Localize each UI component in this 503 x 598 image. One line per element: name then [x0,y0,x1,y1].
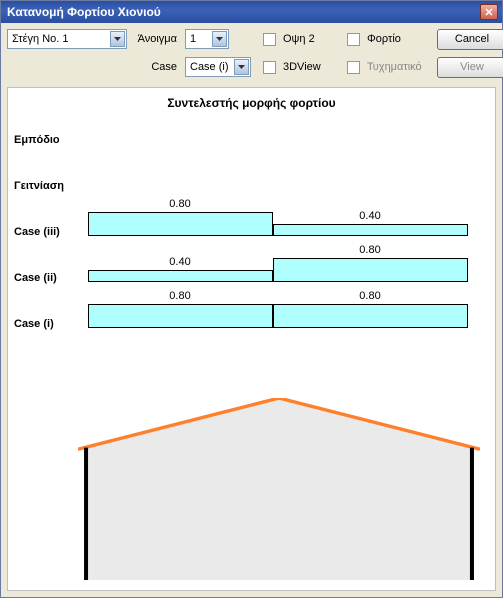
roof-select-value: Στέγη Νο. 1 [12,33,69,45]
roof-select[interactable]: Στέγη Νο. 1 [7,29,127,49]
chevron-down-icon [110,31,125,47]
fortio-checkbox[interactable]: Φορτίο [343,30,433,49]
close-button[interactable]: ✕ [480,4,498,20]
cancel-label: Cancel [455,33,489,45]
chart-title: Συντελεστής μορφής φορτίου [8,96,495,110]
chevron-down-icon [212,31,227,47]
chevron-down-icon [234,59,249,75]
tychimatiko-checkbox[interactable]: Τυχηματικό [343,58,433,77]
bar-case-iii-right [273,224,468,236]
toolbar: Στέγη Νο. 1 Άνοιγμα 1 Οψη 2 Φορτίο Cance… [1,23,502,87]
row-case-iii-label: Case (iii) [14,226,60,238]
opsi2-label: Οψη 2 [283,33,315,45]
opsi2-input[interactable] [263,33,276,46]
close-icon: ✕ [484,6,493,19]
cancel-button[interactable]: Cancel [437,29,503,50]
val-case-ii-right: 0.80 [359,244,380,256]
val-case-ii-left: 0.40 [169,256,190,268]
bar-case-ii-left [88,270,273,282]
opening-label: Άνοιγμα [131,33,181,45]
bar-case-iii-left [88,212,273,236]
row-obstacle-label: Εμπόδιο [14,134,60,146]
case-select-value: Case (i) [190,61,229,73]
opening-select-value: 1 [190,33,196,45]
3dview-label: 3DView [283,61,321,73]
3dview-input[interactable] [263,61,276,74]
view-button[interactable]: View [437,57,503,78]
val-case-i-left: 0.80 [169,290,190,302]
window-title: Κατανομή Φορτίου Χιονιού [7,5,480,19]
window-root: Κατανομή Φορτίου Χιονιού ✕ Στέγη Νο. 1 Ά… [0,0,503,598]
bar-case-ii-right [273,258,468,282]
row-case-ii-label: Case (ii) [14,272,57,284]
fortio-label: Φορτίο [367,33,401,45]
roof-schematic [78,398,480,580]
fortio-input[interactable] [347,33,360,46]
val-case-i-right: 0.80 [359,290,380,302]
tychimatiko-input[interactable] [347,61,360,74]
case-select[interactable]: Case (i) [185,57,251,77]
chart-canvas: Συντελεστής μορφής φορτίου Εμπόδιο Γειτν… [7,87,496,591]
case-label: Case [131,61,181,73]
row-proximity-label: Γειτνίαση [14,180,64,192]
bar-case-i-right [273,304,468,328]
val-case-iii-left: 0.80 [169,198,190,210]
titlebar: Κατανομή Φορτίου Χιονιού ✕ [1,1,502,23]
opening-select[interactable]: 1 [185,29,229,49]
opsi2-checkbox[interactable]: Οψη 2 [259,30,339,49]
3dview-checkbox[interactable]: 3DView [259,58,339,77]
row-case-i-label: Case (i) [14,318,54,330]
val-case-iii-right: 0.40 [359,210,380,222]
bar-case-i-left [88,304,273,328]
tychimatiko-label: Τυχηματικό [367,61,422,73]
view-label: View [460,61,484,73]
